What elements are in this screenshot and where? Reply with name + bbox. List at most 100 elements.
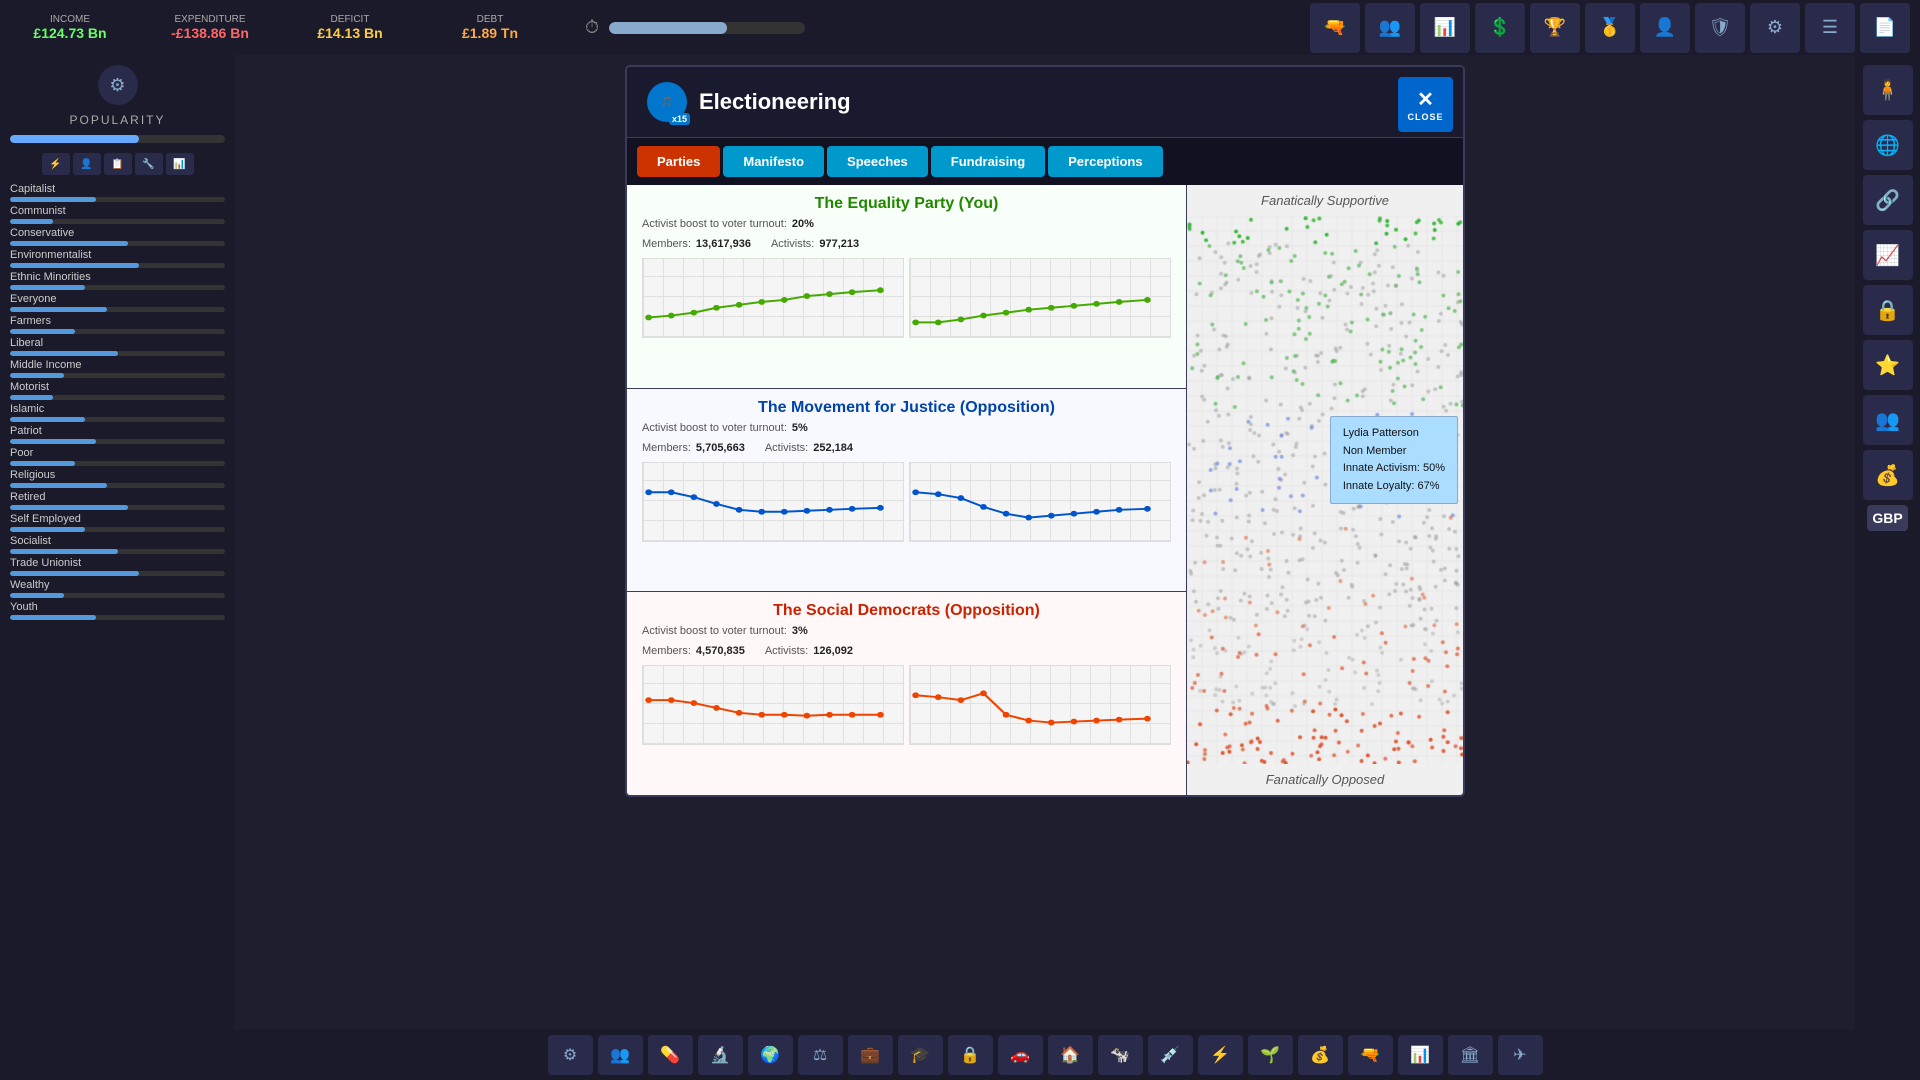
tooltip-type: Non Member xyxy=(1343,443,1445,461)
award-icon[interactable]: 🥇 xyxy=(1585,3,1635,53)
chart-icon[interactable]: 📊 xyxy=(1420,3,1470,53)
bottom-icon-4[interactable]: 🔬 xyxy=(698,1035,743,1075)
right-icon-coin[interactable]: 💰 xyxy=(1863,450,1913,500)
sidebar-group-bar-bg-7 xyxy=(10,351,225,356)
sidebar-group-bar-fill-5 xyxy=(10,307,107,312)
top-bar-icons: 🔫 👥 📊 💲 🏆 🥇 👤 🛡 ⚙ ☰ 📄 xyxy=(1310,3,1910,53)
tab-manifesto[interactable]: Manifesto xyxy=(723,146,824,177)
sidebar-group-bar-fill-15 xyxy=(10,527,85,532)
sidebar-icon-4[interactable]: 🔧 xyxy=(135,153,163,175)
sidebar-group-name-12: Poor xyxy=(10,447,225,459)
sidebar-group-bar-fill-16 xyxy=(10,549,118,554)
perceptions-bottom-label: Fanatically Opposed xyxy=(1187,764,1463,795)
perceptions-dots-area: Lydia Patterson Non Member Innate Activi… xyxy=(1187,216,1463,764)
right-icon-share[interactable]: 🔗 xyxy=(1863,175,1913,225)
close-button[interactable]: ✕ CLOSE xyxy=(1398,77,1453,132)
bottom-icon-9[interactable]: 🔒 xyxy=(948,1035,993,1075)
trophy-icon[interactable]: 🏆 xyxy=(1530,3,1580,53)
chart-activists-equality xyxy=(909,258,1171,338)
bottom-icon-19[interactable]: 🏛 xyxy=(1448,1035,1493,1075)
sidebar-group-3: Environmentalist xyxy=(10,249,225,268)
sidebar-group-bar-fill-1 xyxy=(10,219,53,224)
sidebar-group-name-18: Wealthy xyxy=(10,579,225,591)
chart-svg-members-justice xyxy=(643,463,903,541)
sidebar-group-bar-bg-10 xyxy=(10,417,225,422)
person-icon[interactable]: 👤 xyxy=(1640,3,1690,53)
sidebar-icon-1[interactable]: ⚡ xyxy=(42,153,70,175)
sidebar-group-bar-bg-17 xyxy=(10,571,225,576)
bottom-icon-8[interactable]: 🎓 xyxy=(898,1035,943,1075)
document-icon[interactable]: 📄 xyxy=(1860,3,1910,53)
sidebar-group-17: Trade Unionist xyxy=(10,557,225,576)
money-icon[interactable]: 💲 xyxy=(1475,3,1525,53)
right-icon-person[interactable]: 🧍 xyxy=(1863,65,1913,115)
income-stat: INCOME £124.73 Bn xyxy=(10,14,130,41)
deficit-stat: DEFICIT £14.13 Bn xyxy=(290,14,410,41)
sidebar-group-5: Everyone xyxy=(10,293,225,312)
bottom-icon-7[interactable]: 💼 xyxy=(848,1035,893,1075)
sidebar-icon-3[interactable]: 📋 xyxy=(104,153,132,175)
perceptions-top-label: Fanatically Supportive xyxy=(1187,185,1463,216)
sidebar-group-2: Conservative xyxy=(10,227,225,246)
chart-members-equality xyxy=(642,258,904,338)
tab-fundraising[interactable]: Fundraising xyxy=(931,146,1045,177)
weapon-icon[interactable]: 🔫 xyxy=(1310,3,1360,53)
bottom-icon-17[interactable]: 🔫 xyxy=(1348,1035,1393,1075)
bottom-icon-13[interactable]: 💉 xyxy=(1148,1035,1193,1075)
bottom-icon-1[interactable]: ⚙ xyxy=(548,1035,593,1075)
bottom-icon-3[interactable]: 💊 xyxy=(648,1035,693,1075)
menu-icon[interactable]: ☰ xyxy=(1805,3,1855,53)
popularity-bar-fill xyxy=(10,135,139,143)
sidebar-icon-row: ⚡ 👤 📋 🔧 📊 xyxy=(10,153,225,175)
chart-svg-activists-socialdem xyxy=(910,666,1170,744)
tab-parties[interactable]: Parties xyxy=(637,146,720,177)
right-icon-star[interactable]: ⭐ xyxy=(1863,340,1913,390)
bottom-icon-5[interactable]: 🌍 xyxy=(748,1035,793,1075)
sidebar-group-bar-bg-9 xyxy=(10,395,225,400)
members-value-justice: 5,705,663 xyxy=(696,442,745,454)
sidebar-group-16: Socialist xyxy=(10,535,225,554)
settings-icon[interactable]: ⚙ xyxy=(1750,3,1800,53)
popularity-bar-bg xyxy=(10,135,225,143)
right-icon-network[interactable]: 🌐 xyxy=(1863,120,1913,170)
bottom-icon-15[interactable]: 🌱 xyxy=(1248,1035,1293,1075)
shield-icon[interactable]: 🛡 xyxy=(1695,3,1745,53)
people-icon[interactable]: 👥 xyxy=(1365,3,1415,53)
sidebar-group-name-19: Youth xyxy=(10,601,225,613)
party-panel-equality: The Equality Party (You) Activist boost … xyxy=(627,185,1186,389)
sidebar-group-name-11: Patriot xyxy=(10,425,225,437)
sidebar-group-bar-bg-0 xyxy=(10,197,225,202)
bottom-icon-10[interactable]: 🚗 xyxy=(998,1035,1043,1075)
clock-icon: ⏱ xyxy=(585,17,599,38)
sidebar-group-bar-fill-2 xyxy=(10,241,128,246)
bottom-icon-16[interactable]: 💰 xyxy=(1298,1035,1343,1075)
sidebar-group-bar-fill-17 xyxy=(10,571,139,576)
sidebar-top-icon[interactable]: ⚙ xyxy=(98,65,138,105)
right-icon-lock[interactable]: 🔒 xyxy=(1863,285,1913,335)
debt-label: DEBT xyxy=(477,14,504,25)
sidebar-group-name-0: Capitalist xyxy=(10,183,225,195)
bottom-icon-18[interactable]: 📊 xyxy=(1398,1035,1443,1075)
right-icon-people[interactable]: 👥 xyxy=(1863,395,1913,445)
tab-perceptions[interactable]: Perceptions xyxy=(1048,146,1162,177)
bottom-icon-2[interactable]: 👥 xyxy=(598,1035,643,1075)
sidebar-icon-2[interactable]: 👤 xyxy=(73,153,101,175)
sidebar-group-19: Youth xyxy=(10,601,225,620)
time-bar-fill xyxy=(609,22,727,34)
right-icon-chart[interactable]: 📈 xyxy=(1863,230,1913,280)
bottom-icon-12[interactable]: 🐄 xyxy=(1098,1035,1143,1075)
members-value-socialdem: 4,570,835 xyxy=(696,645,745,657)
sidebar-group-14: Retired xyxy=(10,491,225,510)
sidebar-group-bar-fill-7 xyxy=(10,351,118,356)
bottom-icon-6[interactable]: ⚖ xyxy=(798,1035,843,1075)
sidebar-group-18: Wealthy xyxy=(10,579,225,598)
activists-value-justice: 252,184 xyxy=(813,442,853,454)
sidebar-group-bar-fill-9 xyxy=(10,395,53,400)
tab-speeches[interactable]: Speeches xyxy=(827,146,928,177)
bottom-icon-20[interactable]: ✈ xyxy=(1498,1035,1543,1075)
bottom-icon-11[interactable]: 🏠 xyxy=(1048,1035,1093,1075)
bottom-icon-14[interactable]: ⚡ xyxy=(1198,1035,1243,1075)
sidebar-icon-5[interactable]: 📊 xyxy=(166,153,194,175)
charts-socialdem xyxy=(642,665,1171,745)
sidebar-group-6: Farmers xyxy=(10,315,225,334)
